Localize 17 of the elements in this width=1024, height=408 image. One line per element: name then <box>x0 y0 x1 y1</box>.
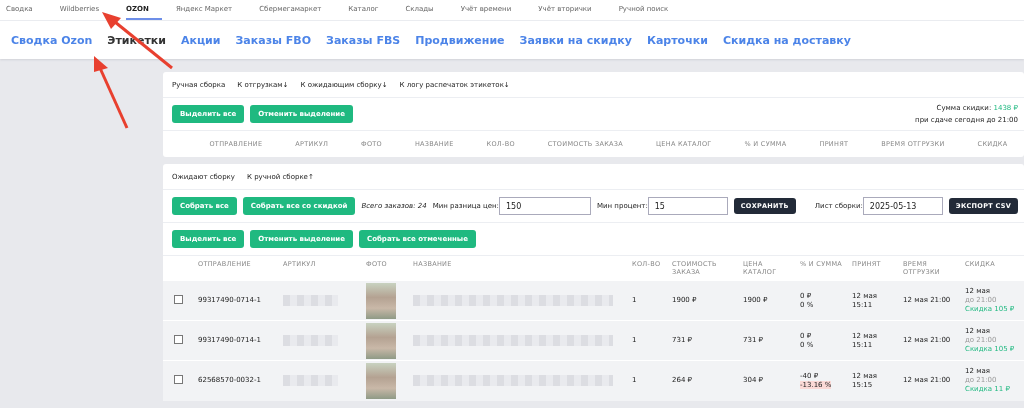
sub-nav-tab[interactable]: Скидка на доставку <box>722 33 851 47</box>
sub-nav-tab[interactable]: Заказы FBO <box>235 33 312 47</box>
sub-nav-tab[interactable]: Заявки на скидку <box>519 33 632 47</box>
sub-nav-tab[interactable]: Сводка Ozon <box>11 33 93 47</box>
input-field[interactable]: 150 <box>498 197 591 215</box>
row-checkbox[interactable] <box>174 294 183 304</box>
sub-nav-tab[interactable]: Продвижение <box>415 33 505 47</box>
sub-nav-tab[interactable]: Заказы FBS <box>326 33 401 47</box>
row-checkbox[interactable] <box>174 334 183 344</box>
photo-placeholder <box>366 322 396 359</box>
input-field[interactable]: 15 <box>647 197 728 215</box>
photo-placeholder <box>366 282 396 319</box>
photo-placeholder <box>366 362 396 399</box>
sub-nav-tab[interactable]: Акции <box>181 33 221 47</box>
row-checkbox[interactable] <box>174 374 183 384</box>
sub-nav-tab[interactable]: Карточки <box>646 33 708 47</box>
date-field[interactable]: 2025-05-13 <box>862 197 943 215</box>
